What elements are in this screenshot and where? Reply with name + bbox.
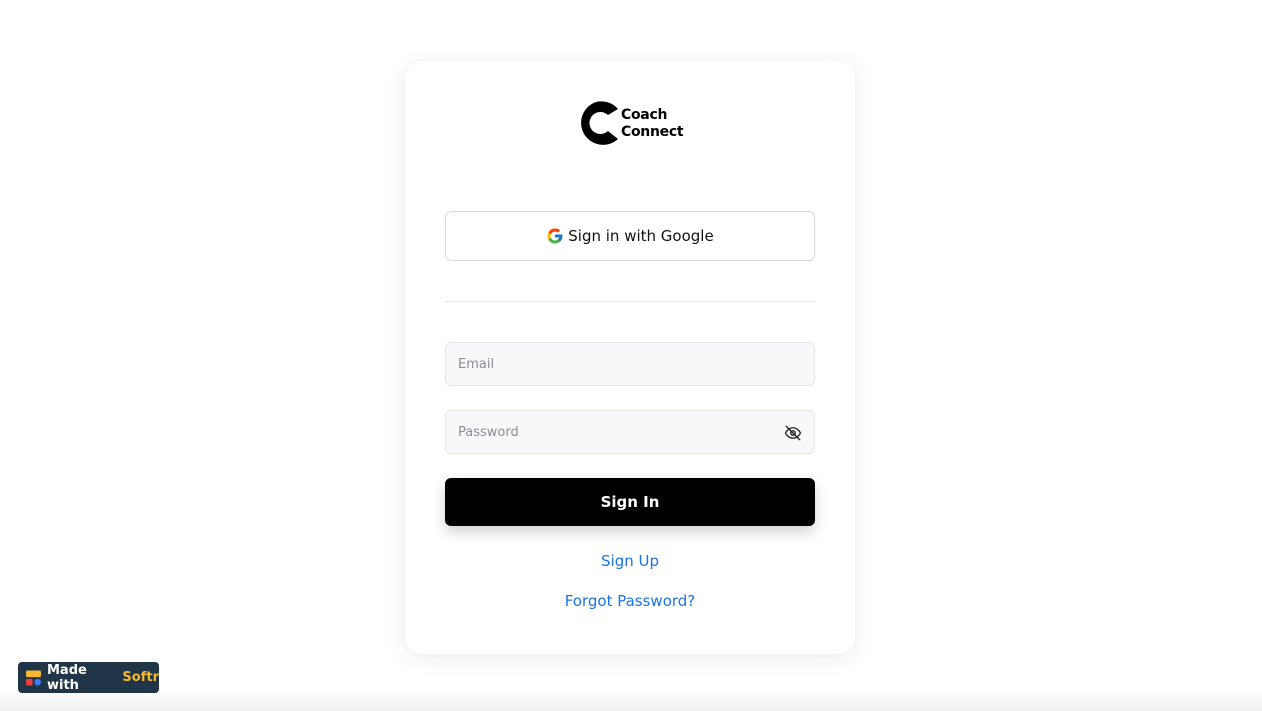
badge-prefix: Made with: [46, 662, 87, 693]
sign-in-button[interactable]: Sign In: [445, 478, 815, 526]
sign-up-link[interactable]: Sign Up: [405, 552, 855, 570]
badge-brand: Softr: [122, 670, 159, 685]
coach-connect-logo: Coach Connect: [573, 101, 689, 147]
email-input[interactable]: [446, 343, 814, 385]
forgot-password-link[interactable]: Forgot Password?: [405, 592, 855, 610]
sign-in-with-google-button[interactable]: Sign in with Google: [445, 211, 815, 261]
logo-line-2: Connect: [621, 124, 684, 140]
bottom-edge-shadow: [0, 690, 1262, 711]
logo-c-mark-icon: [581, 101, 618, 145]
eye-off-icon[interactable]: [784, 424, 802, 442]
password-field[interactable]: [445, 410, 815, 454]
divider: [445, 301, 816, 302]
made-with-softr-badge[interactable]: Made with Softr: [18, 662, 159, 693]
login-card: Coach Connect Sign in with Google Sign I…: [405, 61, 855, 654]
logo-line-1: Coach: [621, 107, 668, 123]
email-field[interactable]: [445, 342, 815, 386]
password-input[interactable]: [446, 411, 814, 453]
sign-in-button-label: Sign In: [600, 493, 660, 511]
softr-logo-icon: [26, 670, 41, 685]
google-icon: [547, 228, 563, 244]
logo-wordmark: Coach Connect: [621, 107, 684, 141]
google-button-label: Sign in with Google: [568, 227, 714, 245]
